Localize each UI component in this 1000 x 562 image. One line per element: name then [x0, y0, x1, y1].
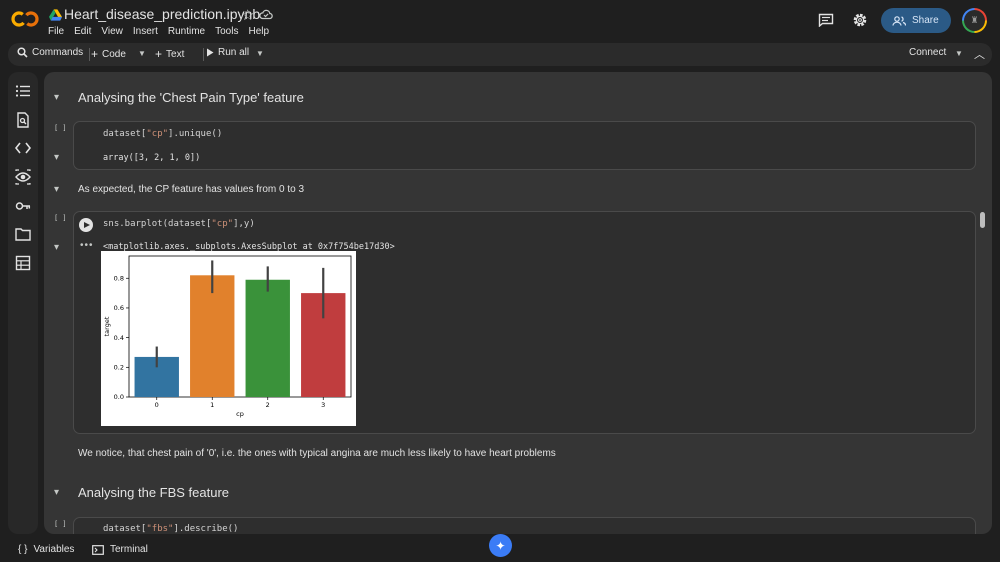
gemini-sparkle-icon[interactable]: ✦ — [489, 534, 512, 557]
menu-tools[interactable]: Tools — [215, 26, 238, 37]
output-actions-more-icon[interactable]: ••• — [80, 240, 94, 251]
comment-icon[interactable] — [818, 13, 834, 27]
run-all-button[interactable]: Run all — [206, 47, 249, 58]
notebook-title[interactable]: Heart_disease_prediction.ipynb — [64, 6, 260, 22]
y-tick-label: 0.0 — [114, 393, 124, 401]
y-axis-label: target — [103, 316, 111, 336]
collapse-section-chevron-down-icon[interactable]: ▾ — [54, 184, 59, 195]
menu-insert[interactable]: Insert — [133, 26, 158, 37]
people-icon — [892, 15, 906, 26]
menu-edit[interactable]: Edit — [74, 26, 91, 37]
bar-cp-2 — [245, 279, 290, 397]
cell-output-text: array([3, 2, 1, 0]) — [103, 153, 201, 163]
key-icon[interactable] — [15, 198, 31, 214]
markdown-text: As expected, the CP feature has values f… — [78, 184, 305, 195]
drive-icon — [49, 9, 62, 21]
notebook-panel: ▾ Analysing the 'Chest Pain Type' featur… — [44, 72, 992, 534]
menu-view[interactable]: View — [101, 26, 123, 37]
y-tick-label: 0.6 — [114, 304, 124, 312]
connect-dropdown-chevron-down-icon[interactable]: ▼ — [955, 49, 963, 58]
terminal-icon — [92, 544, 104, 555]
x-tick-label: 0 — [155, 401, 159, 409]
star-icon[interactable]: ☆ — [241, 6, 254, 24]
terminal-label: Terminal — [110, 544, 148, 555]
cell-scrollbar[interactable] — [980, 212, 985, 228]
notebook-toolbar: Commands + Code ▼ + Text Run all ▼ Conne… — [8, 43, 992, 66]
collapse-output-chevron-down-icon[interactable]: ▾ — [54, 152, 59, 163]
user-avatar[interactable]: ♜ — [962, 8, 987, 33]
cell-execution-prompt[interactable]: [ ] — [54, 214, 67, 222]
table-of-contents-icon[interactable] — [15, 83, 31, 99]
menu-file[interactable]: File — [48, 26, 64, 37]
share-label: Share — [912, 15, 939, 26]
cell-execution-prompt[interactable]: [ ] — [54, 124, 67, 132]
plus-icon: + — [155, 47, 163, 61]
code-line[interactable]: dataset["cp"].unique() — [103, 129, 222, 139]
run-cell-button[interactable] — [79, 218, 93, 232]
colab-logo[interactable] — [11, 10, 39, 28]
x-tick-label: 3 — [321, 401, 325, 409]
section-heading-fbs: Analysing the FBS feature — [78, 485, 230, 500]
braces-icon: { } — [18, 544, 28, 555]
y-tick-label: 0.2 — [114, 364, 124, 372]
toolbar-divider — [89, 48, 90, 61]
collapse-toolbar-chevron-up-icon[interactable]: ︿ — [974, 46, 985, 62]
colab-window: Heart_disease_prediction.ipynb ☆ File Ed… — [0, 0, 1000, 562]
menu-runtime[interactable]: Runtime — [168, 26, 205, 37]
run-all-dropdown-chevron-down-icon[interactable]: ▼ — [256, 49, 264, 58]
terminal-button[interactable]: Terminal — [92, 544, 148, 555]
gear-icon[interactable] — [852, 12, 868, 28]
y-tick-label: 0.4 — [114, 334, 124, 342]
commands-label: Commands — [32, 47, 84, 58]
data-table-icon[interactable] — [15, 255, 31, 271]
plus-icon: + — [91, 47, 99, 61]
x-tick-label: 1 — [210, 401, 214, 409]
y-tick-label: 0.8 — [114, 274, 124, 282]
run-all-label: Run all — [218, 47, 250, 58]
code-label: Code — [102, 48, 126, 60]
avatar-image: ♜ — [964, 10, 985, 31]
markdown-text: We notice, that chest pain of '0', i.e. … — [78, 448, 556, 459]
play-icon — [207, 48, 214, 57]
code-snippets-icon[interactable] — [15, 140, 31, 156]
commands-button[interactable]: Commands — [17, 47, 83, 58]
collapse-section-chevron-down-icon[interactable]: ▾ — [54, 92, 59, 103]
variables-button[interactable]: { } Variables — [18, 544, 74, 555]
toolbar-divider — [203, 48, 204, 61]
connect-button[interactable]: Connect — [909, 47, 946, 58]
connect-label: Connect — [909, 47, 947, 58]
code-dropdown-chevron-down-icon[interactable]: ▼ — [138, 49, 146, 58]
folder-icon[interactable] — [15, 226, 31, 242]
add-text-button[interactable]: + Text — [155, 47, 184, 61]
bar-cp-1 — [190, 275, 235, 397]
variable-inspector-icon[interactable] — [15, 169, 31, 185]
barplot-chart: 0 1 2 3 0.0 0.2 0.4 0.6 0.8 cp target — [103, 255, 352, 418]
text-label: Text — [166, 48, 185, 60]
section-heading-chest-pain: Analysing the 'Chest Pain Type' feature — [78, 90, 304, 105]
search-icon — [17, 47, 28, 58]
add-code-button[interactable]: + Code — [91, 47, 126, 61]
code-line[interactable]: dataset["fbs"].describe() — [103, 524, 238, 534]
variables-label: Variables — [33, 544, 75, 555]
find-in-document-icon[interactable] — [15, 112, 31, 128]
x-axis-label: cp — [236, 410, 244, 418]
collapse-section-chevron-down-icon[interactable]: ▾ — [54, 487, 59, 498]
top-header: Heart_disease_prediction.ipynb ☆ File Ed… — [0, 0, 1000, 42]
cloud-saved-icon[interactable] — [259, 8, 273, 20]
code-line[interactable]: sns.barplot(dataset["cp"],y) — [103, 219, 255, 229]
cell-execution-prompt[interactable]: [ ] — [54, 520, 67, 528]
collapse-output-chevron-down-icon[interactable]: ▾ — [54, 242, 59, 253]
menu-help[interactable]: Help — [248, 26, 269, 37]
x-tick-label: 2 — [266, 401, 270, 409]
menu-bar: File Edit View Insert Runtime Tools Help — [48, 26, 279, 37]
left-sidebar — [8, 72, 38, 534]
share-button[interactable]: Share — [881, 8, 951, 33]
barplot-output: 0 1 2 3 0.0 0.2 0.4 0.6 0.8 cp target — [101, 251, 356, 426]
